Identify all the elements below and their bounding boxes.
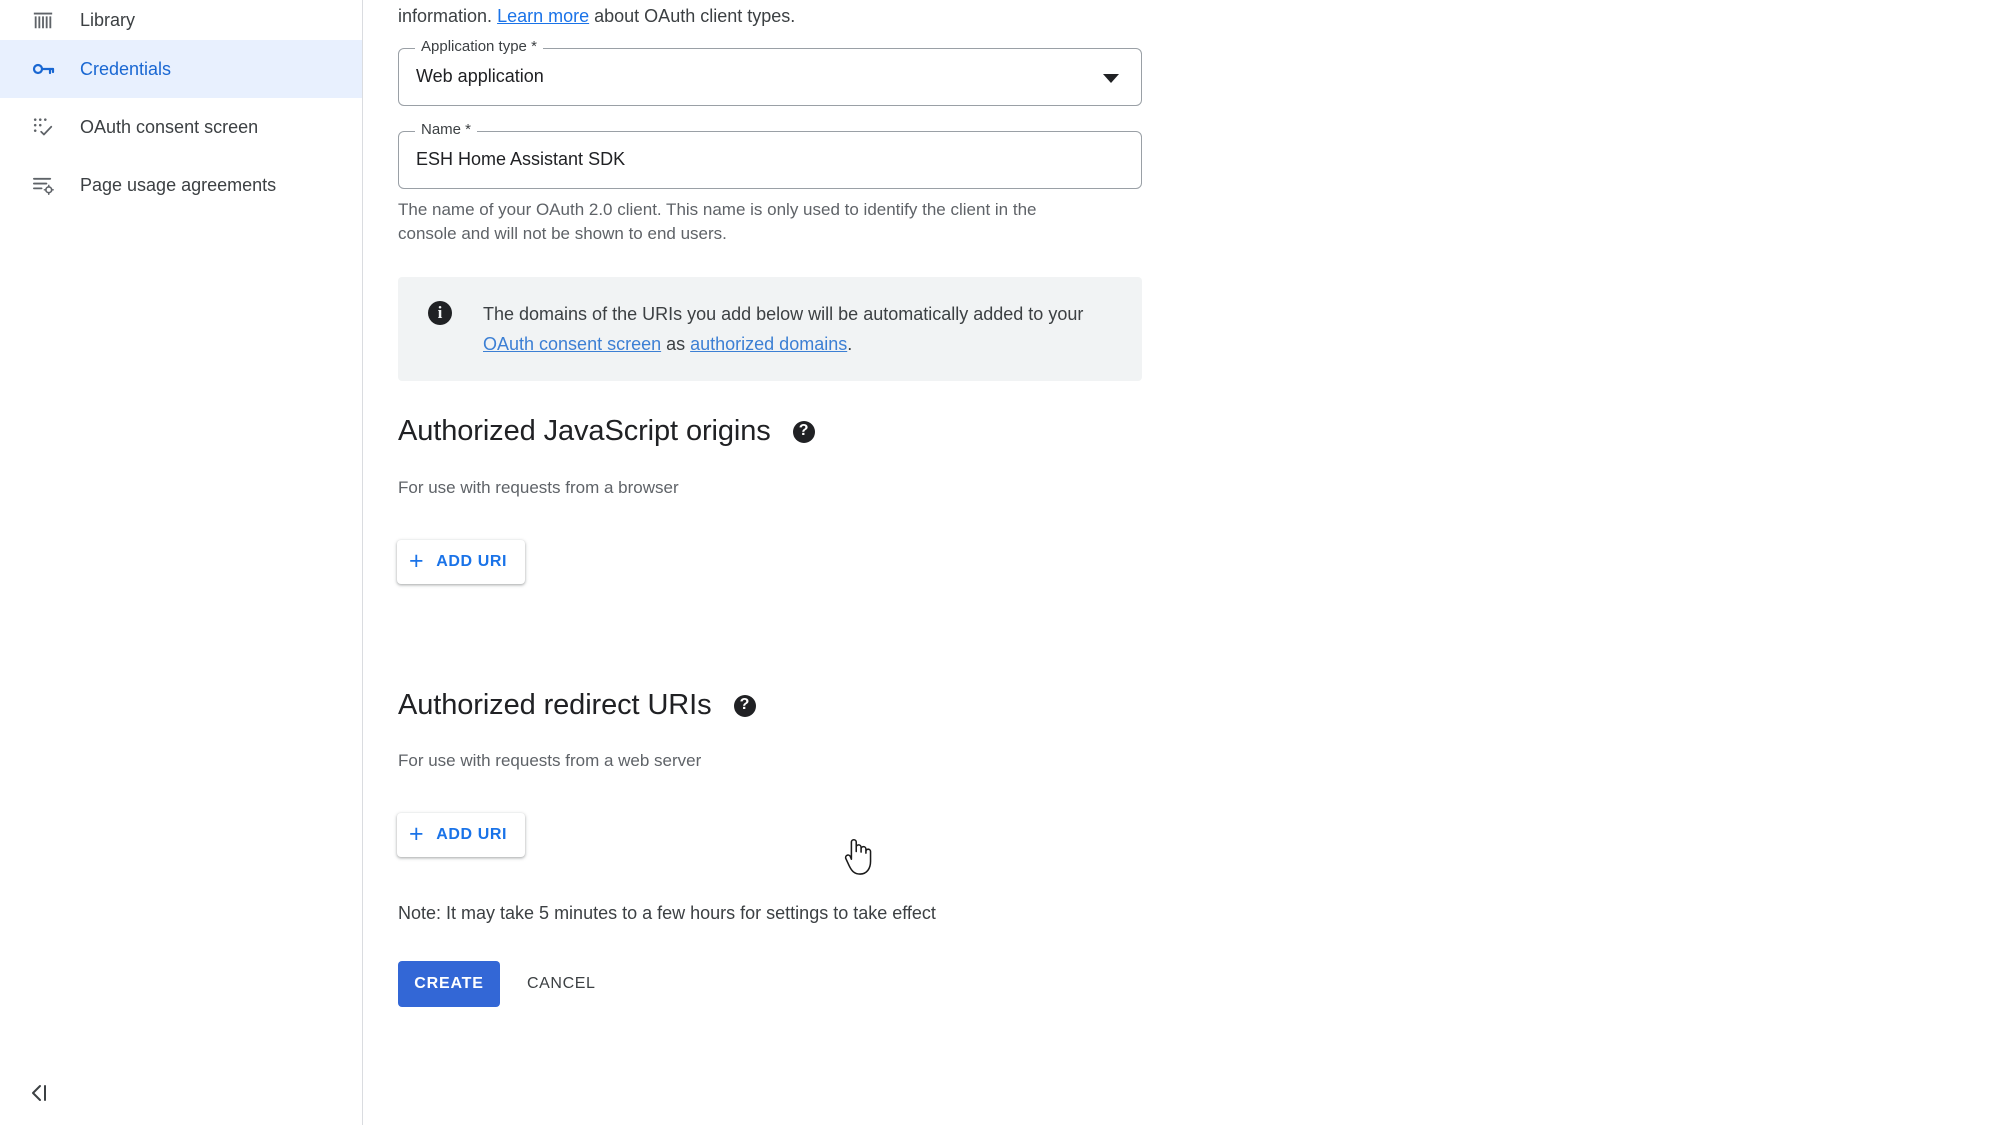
- sidebar-item-label: OAuth consent screen: [80, 116, 259, 137]
- add-uri-button-javascript-origins[interactable]: + ADD URI: [397, 540, 526, 584]
- info-text-part3: .: [847, 334, 853, 354]
- settings-note: Note: It may take 5 minutes to a few hou…: [398, 903, 936, 923]
- application-type-value: Web application: [416, 66, 544, 86]
- oauth-consent-screen-link[interactable]: OAuth consent screen: [483, 334, 661, 354]
- sidebar-item-library[interactable]: Library: [0, 0, 362, 40]
- sidebar-item-label: Page usage agreements: [80, 174, 277, 195]
- agreements-icon: [28, 170, 58, 200]
- section-title: Authorized JavaScript origins: [398, 415, 771, 447]
- info-banner-text: The domains of the URIs you add below wi…: [483, 299, 1118, 359]
- plus-icon: +: [409, 819, 425, 848]
- name-helper-text: The name of your OAuth 2.0 client. This …: [398, 200, 1037, 243]
- info-icon: i: [428, 301, 452, 325]
- info-banner: i The domains of the URIs you add below …: [398, 277, 1142, 381]
- add-uri-label: ADD URI: [436, 826, 508, 843]
- plus-icon: +: [409, 546, 425, 575]
- learn-more-link[interactable]: Learn more: [497, 6, 589, 26]
- authorized-domains-link[interactable]: authorized domains: [690, 334, 847, 354]
- sidebar-item-credentials[interactable]: Credentials: [0, 40, 362, 98]
- create-button[interactable]: CREATE: [398, 961, 500, 1007]
- help-icon[interactable]: ?: [733, 694, 756, 717]
- add-uri-label: ADD URI: [436, 553, 508, 570]
- main-content: information. Learn more about OAuth clie…: [363, 0, 2000, 1125]
- section-title: Authorized redirect URIs: [398, 689, 712, 721]
- name-label: Name *: [415, 121, 478, 138]
- sidebar: Library Credentials OAuth consent screen…: [0, 0, 363, 1125]
- intro-prefix: information.: [398, 6, 493, 26]
- sidebar-item-page-usage-agreements[interactable]: Page usage agreements: [0, 156, 362, 214]
- sidebar-item-label: Library: [80, 9, 136, 30]
- sidebar-item-label: Credentials: [80, 58, 172, 79]
- add-uri-button-redirect-uris[interactable]: + ADD URI: [397, 813, 526, 857]
- redirect-uris-heading: Authorized redirect URIs ?: [398, 689, 756, 722]
- info-text-part1: The domains of the URIs you add below wi…: [483, 304, 1084, 324]
- info-text-part2: as: [661, 334, 691, 354]
- mouse-cursor-pointer: [844, 838, 872, 875]
- key-icon: [28, 54, 58, 84]
- application-type-select[interactable]: Application type * Web application: [398, 38, 1142, 106]
- javascript-origins-heading: Authorized JavaScript origins ?: [398, 415, 815, 448]
- help-icon[interactable]: ?: [792, 420, 815, 443]
- consent-screen-icon: [28, 112, 58, 142]
- sidebar-item-oauth-consent-screen[interactable]: OAuth consent screen: [0, 98, 362, 156]
- chevron-down-icon[interactable]: [1103, 74, 1119, 83]
- collapse-panel-icon[interactable]: [20, 1075, 60, 1111]
- credentials-page: Library Credentials OAuth consent screen…: [0, 0, 2000, 1125]
- name-input[interactable]: Name * ESH Home Assistant SDK: [398, 121, 1142, 189]
- name-value: ESH Home Assistant SDK: [416, 149, 626, 169]
- redirect-uris-subtitle: For use with requests from a web server: [398, 751, 702, 770]
- cancel-button[interactable]: CANCEL: [515, 961, 608, 1007]
- library-icon: [28, 5, 58, 35]
- intro-text: information. Learn more about OAuth clie…: [398, 2, 795, 30]
- intro-suffix: about OAuth client types.: [594, 6, 796, 26]
- application-type-label: Application type *: [415, 38, 543, 55]
- javascript-origins-subtitle: For use with requests from a browser: [398, 478, 679, 497]
